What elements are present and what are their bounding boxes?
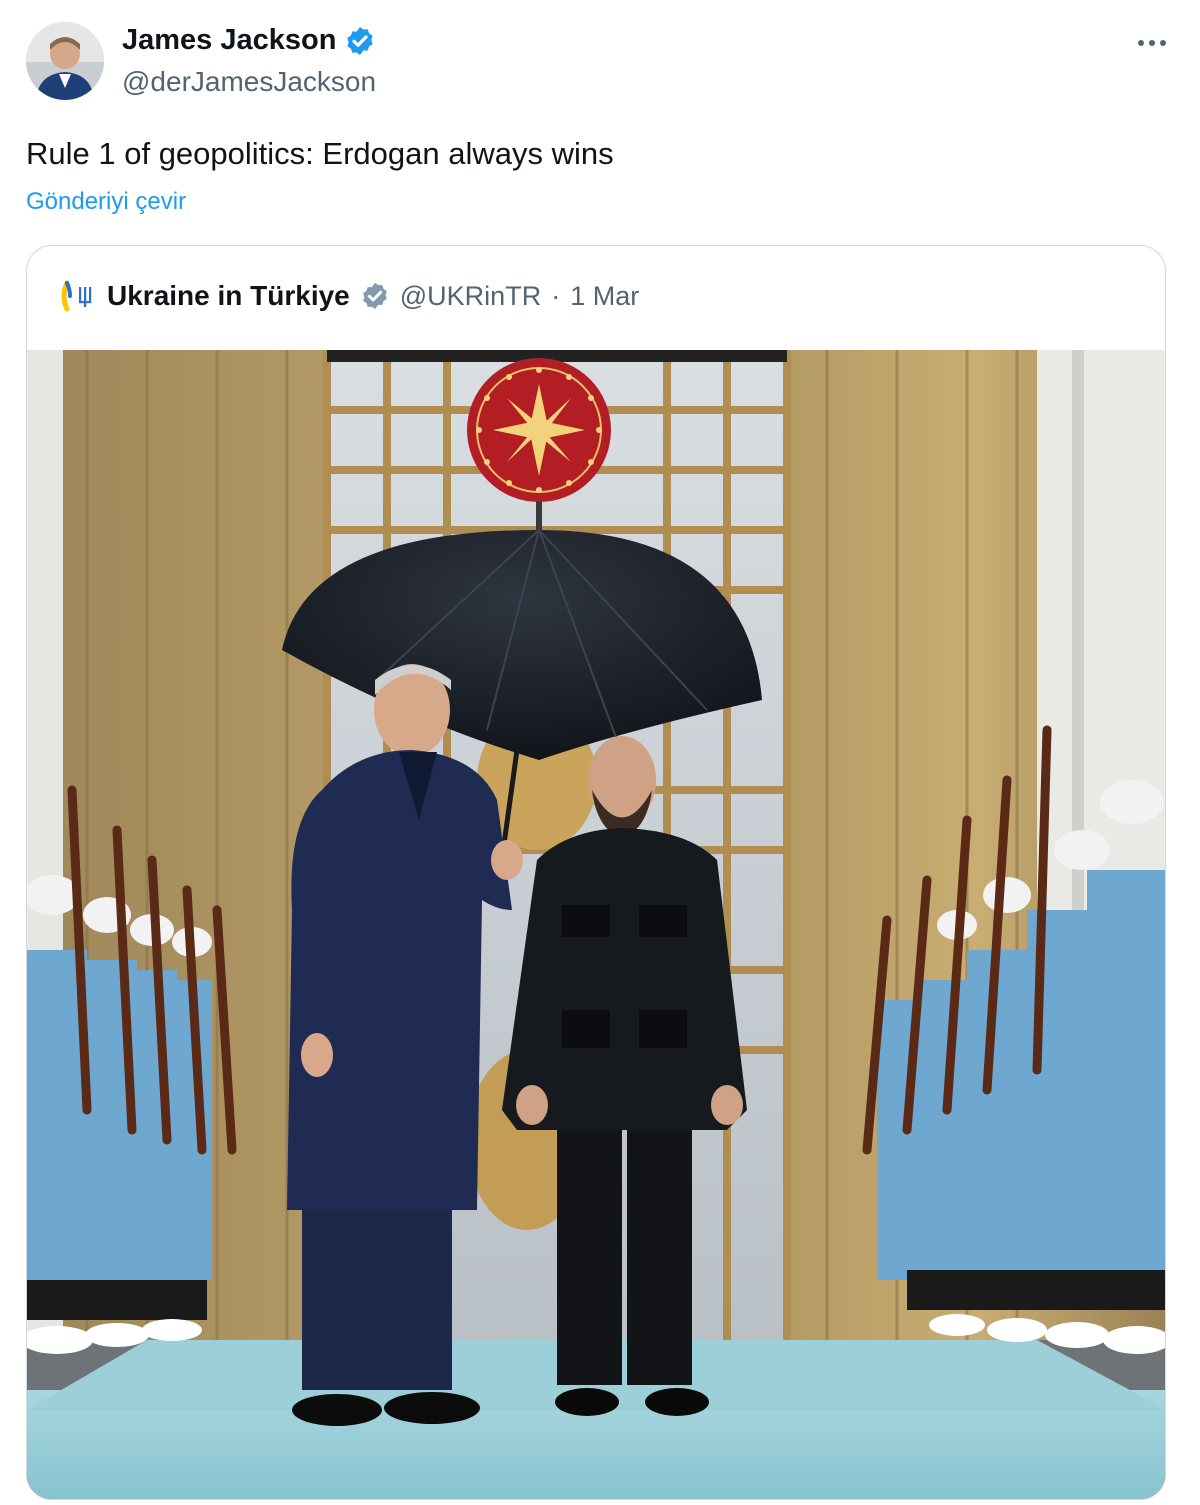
tweet-text: Rule 1 of geopolitics: Erdogan always wi… — [26, 136, 614, 171]
verified-badge-icon — [344, 25, 376, 57]
author-name[interactable]: James Jackson — [122, 24, 336, 57]
quoted-tweet-header: Ukraine in Türkiye @UKRinTR · 1 Mar — [57, 276, 639, 316]
quoted-author-handle[interactable]: @UKRinTR — [400, 281, 541, 312]
quoted-verified-badge-icon — [360, 281, 390, 311]
press-photo — [27, 350, 1165, 1499]
quoted-tweet-photo[interactable] — [27, 350, 1165, 1499]
quoted-author-name[interactable]: Ukraine in Türkiye — [107, 280, 350, 312]
meta-separator: · — [551, 280, 561, 311]
author-avatar[interactable] — [26, 22, 104, 100]
more-dot — [1149, 40, 1155, 46]
ukraine-flag-icon — [57, 279, 97, 313]
translate-post-link[interactable]: Gönderiyi çevir — [26, 188, 186, 216]
more-options-icon[interactable] — [1132, 28, 1172, 58]
more-dot — [1138, 40, 1144, 46]
quoted-tweet-date[interactable]: 1 Mar — [570, 281, 639, 312]
author-name-row[interactable]: James Jackson — [122, 24, 376, 57]
more-dot — [1160, 40, 1166, 46]
tweet: James Jackson @derJamesJackson Rule 1 of… — [0, 0, 1200, 1505]
author-handle[interactable]: @derJamesJackson — [122, 66, 376, 98]
quoted-tweet-card[interactable]: Ukraine in Türkiye @UKRinTR · 1 Mar — [26, 245, 1166, 1500]
